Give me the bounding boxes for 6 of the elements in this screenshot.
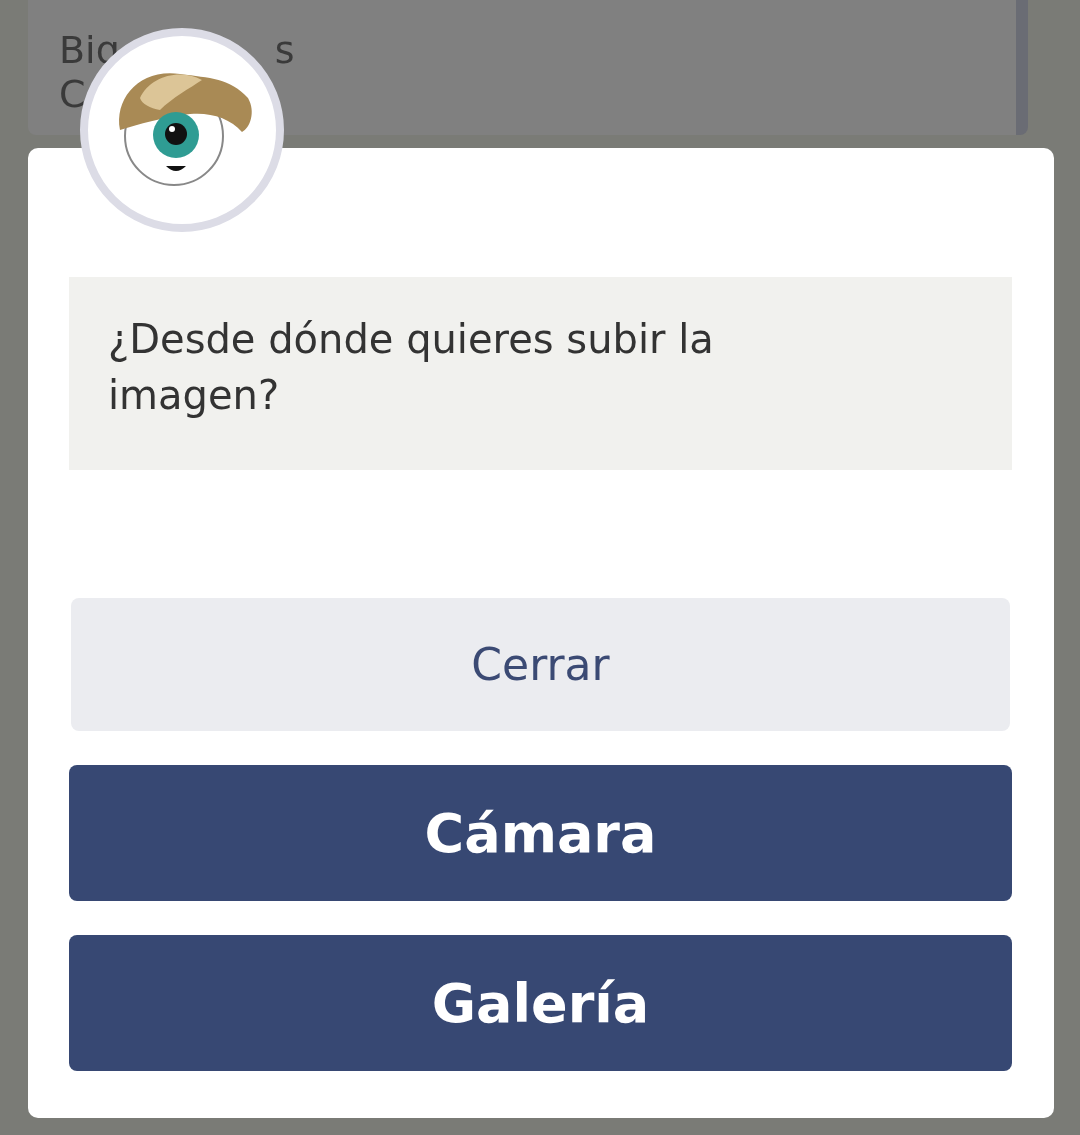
message-text: ¿Desde dónde quieres subir la imagen?	[108, 316, 714, 418]
primary-button[interactable]: Galería	[69, 935, 1012, 1071]
background-text: s	[274, 28, 295, 72]
primary-button[interactable]: Cámara	[69, 765, 1012, 901]
background-text: C	[59, 72, 86, 116]
close-button[interactable]: Cerrar	[71, 598, 1010, 731]
